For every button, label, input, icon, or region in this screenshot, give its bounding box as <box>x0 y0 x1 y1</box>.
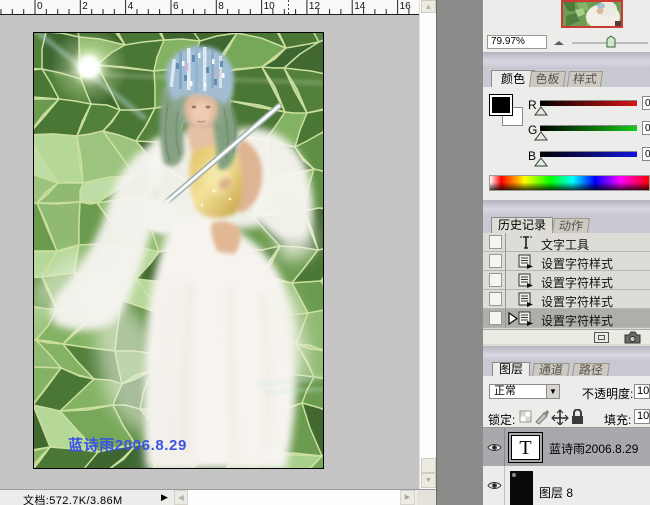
svg-text:蓝诗雨2006.8.29: 蓝诗雨2006.8.29 <box>68 436 187 454</box>
svg-text:2: 2 <box>82 1 88 12</box>
svg-text:10: 10 <box>264 1 276 12</box>
svg-text:6: 6 <box>173 1 179 12</box>
svg-text:16: 16 <box>400 1 412 12</box>
svg-text:4: 4 <box>128 1 134 12</box>
svg-text:0: 0 <box>37 1 43 12</box>
svg-text:8: 8 <box>218 1 224 12</box>
svg-text:12: 12 <box>309 1 321 12</box>
